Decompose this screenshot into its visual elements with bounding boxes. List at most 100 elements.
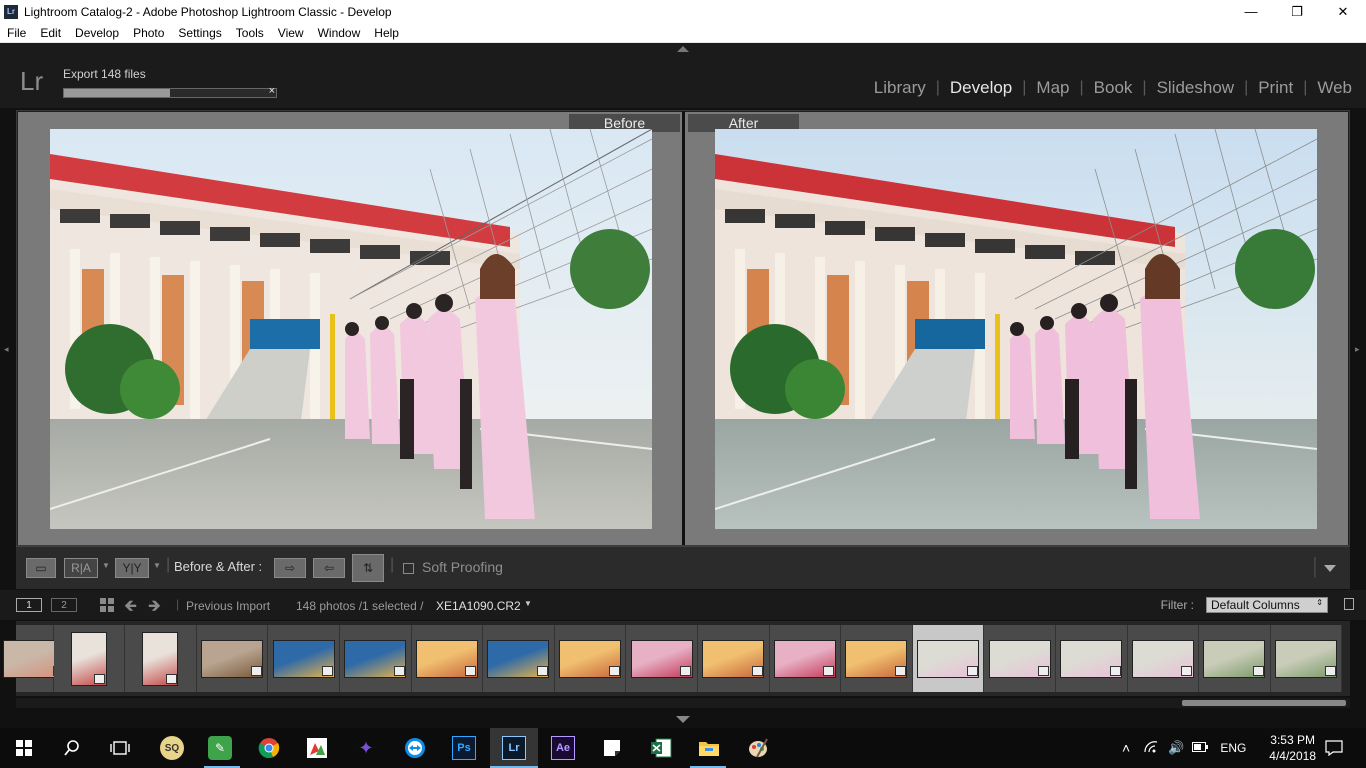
module-web[interactable]: Web	[1307, 78, 1362, 98]
close-button[interactable]: ✕	[1320, 0, 1366, 23]
before-after-split-button[interactable]: Y|Y	[115, 558, 149, 578]
photoshop-icon[interactable]: Ps	[452, 736, 476, 760]
filmstrip-thumbnail[interactable]	[340, 625, 412, 692]
before-after-lr-button[interactable]: R|A	[64, 558, 98, 578]
filter-preset-select[interactable]: Default Columns ⇕	[1206, 597, 1328, 613]
module-book[interactable]: Book	[1084, 78, 1143, 98]
copy-after-to-before-button[interactable]: ⇦	[313, 558, 345, 578]
filmstrip-thumbnail[interactable]	[554, 625, 627, 692]
filmstrip-thumbnail[interactable]	[912, 625, 985, 692]
filmstrip-thumbnail[interactable]	[3, 625, 66, 692]
filmstrip-thumbnail[interactable]	[125, 625, 197, 692]
sq-icon[interactable]: SQ	[160, 736, 184, 760]
filmstrip-thumbnail[interactable]	[411, 625, 484, 692]
start-icon[interactable]	[12, 736, 36, 760]
toolbar-content-dropdown-icon[interactable]	[1324, 565, 1336, 572]
after-photo[interactable]	[715, 129, 1317, 529]
menu-help[interactable]: Help	[367, 26, 406, 40]
filmstrip-thumbnail[interactable]	[1270, 625, 1343, 692]
menu-settings[interactable]: Settings	[171, 26, 228, 40]
before-photo[interactable]	[50, 129, 652, 529]
grid-view-icon[interactable]	[100, 598, 114, 612]
menu-tools[interactable]: Tools	[229, 26, 271, 40]
filename-label[interactable]: XE1A1090.CR2	[436, 599, 521, 613]
develop-adjustment-badge-icon	[751, 665, 763, 676]
volume-icon[interactable]: 🔊	[1168, 740, 1184, 756]
filmstrip-thumbnail[interactable]	[53, 625, 126, 692]
left-panel-toggle-icon[interactable]: ◂	[4, 344, 9, 355]
network-icon[interactable]	[1144, 740, 1158, 756]
minimize-button[interactable]: —	[1228, 0, 1274, 23]
filmstrip-thumbnail[interactable]	[483, 625, 555, 692]
menu-file[interactable]: File	[0, 26, 33, 40]
close-icon: ✕	[1337, 3, 1349, 19]
filmstrip-thumbnail[interactable]	[769, 625, 842, 692]
filmstrip-thumbnail[interactable]	[1199, 625, 1271, 692]
soft-proofing-checkbox[interactable]	[403, 563, 414, 574]
menu-view[interactable]: View	[271, 26, 311, 40]
export-progress-fill	[64, 89, 170, 97]
filmstrip-scroll-thumb[interactable]	[1182, 700, 1346, 706]
windows-taskbar: SQ ✎ ✦ Ps Lr Ae ˄ 🔊 ENG 3:53 PM 4/4/2018	[0, 728, 1366, 768]
green-app-icon[interactable]: ✎	[208, 736, 232, 760]
module-print[interactable]: Print	[1248, 78, 1303, 98]
loupe-view-button[interactable]: ▭	[26, 558, 56, 578]
cancel-export-icon[interactable]: ×	[269, 85, 275, 97]
collapse-top-panel-icon[interactable]	[677, 46, 689, 52]
paint-icon[interactable]	[746, 736, 770, 760]
filter-lock-icon[interactable]	[1344, 598, 1354, 610]
filmstrip-thumbnail[interactable]	[268, 625, 340, 692]
task-view-icon[interactable]	[108, 736, 132, 760]
clock[interactable]: 3:53 PM 4/4/2018	[1269, 732, 1316, 764]
develop-adjustment-badge-icon	[94, 673, 106, 684]
excel-icon[interactable]	[649, 736, 673, 760]
filmstrip-thumbnail[interactable]	[698, 625, 770, 692]
action-center-icon[interactable]	[1322, 736, 1346, 760]
module-develop[interactable]: Develop	[940, 78, 1022, 98]
view-mode-dropdown-icon[interactable]: ▼	[102, 561, 110, 570]
collapse-bottom-panel-icon[interactable]	[676, 716, 690, 723]
purple-app-icon[interactable]: ✦	[354, 736, 378, 760]
filmstrip-scrollbar[interactable]	[16, 698, 1350, 708]
module-map[interactable]: Map	[1026, 78, 1079, 98]
filmstrip-thumbnail[interactable]	[984, 625, 1056, 692]
filename-dropdown-icon[interactable]: ▼	[524, 599, 532, 608]
filmstrip-thumbnail[interactable]	[196, 625, 269, 692]
sticky-notes-icon[interactable]	[600, 736, 624, 760]
develop-adjustment-badge-icon	[823, 665, 835, 676]
chrome-icon[interactable]	[257, 736, 281, 760]
split-mode-dropdown-icon[interactable]: ▼	[153, 561, 161, 570]
restore-button[interactable]: ❐	[1274, 0, 1320, 23]
menu-edit[interactable]: Edit	[33, 26, 68, 40]
identity-plate	[0, 43, 1366, 108]
module-library[interactable]: Library	[864, 78, 936, 98]
lightroom-icon[interactable]: Lr	[502, 736, 526, 760]
menu-photo[interactable]: Photo	[126, 26, 171, 40]
copy-before-to-after-button[interactable]: ⇨	[274, 558, 306, 578]
filmstrip-thumbnail[interactable]	[841, 625, 913, 692]
toolbar-separator: |	[1312, 553, 1318, 578]
after-effects-icon[interactable]: Ae	[551, 736, 575, 760]
source-label[interactable]: Previous Import	[186, 599, 270, 613]
filmstrip-thumbnail[interactable]	[1056, 625, 1128, 692]
swap-before-after-button[interactable]: ⇅	[352, 554, 384, 582]
forward-arrow-icon[interactable]: 🡺	[148, 595, 161, 622]
minimize-icon: —	[1244, 4, 1258, 19]
photo-app-icon[interactable]	[305, 736, 329, 760]
menu-develop[interactable]: Develop	[68, 26, 126, 40]
language-indicator[interactable]: ENG	[1220, 741, 1246, 755]
right-panel-toggle-icon[interactable]: ▸	[1355, 344, 1360, 355]
menu-window[interactable]: Window	[311, 26, 368, 40]
file-explorer-icon[interactable]	[697, 736, 721, 760]
search-icon[interactable]	[60, 736, 84, 760]
back-arrow-icon[interactable]: 🡸	[124, 595, 137, 622]
show-hidden-icons-icon[interactable]: ˄	[1122, 740, 1130, 756]
main-window-button[interactable]: 1	[16, 598, 42, 612]
filmstrip-thumbnail[interactable]	[1127, 625, 1200, 692]
filmstrip-thumbnail[interactable]	[626, 625, 698, 692]
teamviewer-icon[interactable]	[403, 736, 427, 760]
second-window-button[interactable]: 2	[51, 598, 77, 612]
battery-icon[interactable]	[1192, 741, 1209, 755]
module-slideshow[interactable]: Slideshow	[1147, 78, 1245, 98]
develop-adjustment-badge-icon	[393, 665, 405, 676]
